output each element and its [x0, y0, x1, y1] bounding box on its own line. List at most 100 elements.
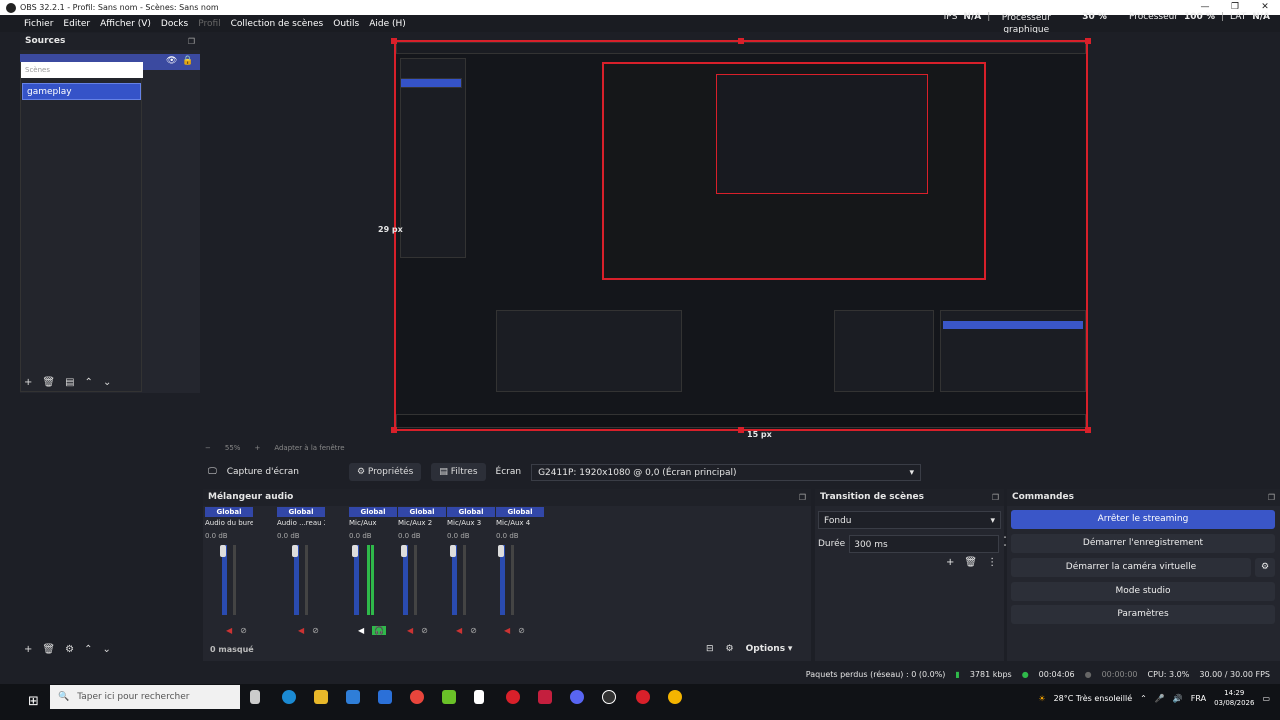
channel-name[interactable]: Audio du bureau: [205, 519, 253, 527]
advanced-audio-icon[interactable]: ⚙: [726, 644, 734, 654]
start-virtual-camera-button[interactable]: Démarrer la caméra virtuelle: [1011, 558, 1251, 577]
virtual-camera-gear-icon[interactable]: ⚙: [1255, 558, 1275, 577]
menu-fichier[interactable]: Fichier: [24, 19, 53, 29]
menu-afficher[interactable]: Afficher (V): [100, 19, 151, 29]
monitor-off-icon[interactable]: ⊘: [470, 626, 477, 635]
preview-canvas[interactable]: [394, 40, 1088, 431]
volume-icon[interactable]: 🔊: [1173, 694, 1183, 703]
level-meter: [511, 545, 514, 615]
add-scene-icon[interactable]: +: [24, 644, 32, 655]
scenes-filter-input[interactable]: Scènes: [21, 62, 143, 78]
language-indicator[interactable]: FRA: [1191, 694, 1206, 703]
more-options-icon[interactable]: ⋮: [987, 557, 997, 568]
lock-icon[interactable]: 🔒: [182, 56, 193, 66]
windows-start-icon[interactable]: ⊞: [28, 694, 39, 709]
undock-icon[interactable]: ❐: [992, 489, 999, 506]
layout-toggle-icon[interactable]: ⊟: [706, 644, 714, 654]
filters-button[interactable]: ▤ Filtres: [431, 463, 486, 481]
mail-icon[interactable]: [378, 690, 392, 704]
scene-settings-gear-icon[interactable]: ⚙: [65, 644, 74, 655]
chrome-icon[interactable]: [668, 690, 682, 704]
remove-source-icon[interactable]: 🗑: [42, 377, 55, 388]
monitor-off-icon[interactable]: ⊘: [421, 626, 428, 635]
volume-fader[interactable]: [352, 545, 358, 557]
headphones-icon[interactable]: 🎧: [372, 626, 387, 635]
notepad-icon[interactable]: [474, 690, 484, 704]
chrome-icon[interactable]: [410, 690, 424, 704]
zoom-out-icon[interactable]: −: [205, 444, 211, 452]
remove-transition-icon[interactable]: 🗑: [964, 557, 977, 568]
add-source-icon[interactable]: +: [24, 377, 32, 388]
options-menu[interactable]: Options ▾: [746, 644, 793, 654]
settings-button[interactable]: Paramètres: [1011, 605, 1275, 624]
taskbar-search[interactable]: 🔍 Taper ici pour rechercher: [50, 685, 240, 709]
clock[interactable]: 14:29 03/08/2026: [1214, 688, 1254, 708]
app-icon[interactable]: [636, 690, 650, 704]
discord-icon[interactable]: [570, 690, 584, 704]
source-properties-icon[interactable]: ▤: [65, 377, 74, 388]
channel-name[interactable]: Mic/Aux: [349, 519, 397, 527]
monitor-off-icon[interactable]: ⊘: [312, 626, 319, 635]
resize-handle[interactable]: [1085, 38, 1091, 44]
edge-icon[interactable]: [282, 690, 296, 704]
add-transition-icon[interactable]: +: [946, 557, 954, 568]
nvidia-icon[interactable]: [442, 690, 456, 704]
mute-icon[interactable]: ◀: [298, 626, 304, 635]
speaker-icon[interactable]: ◀: [358, 626, 364, 635]
volume-fader[interactable]: [401, 545, 407, 557]
transition-select[interactable]: Fondu ▾: [818, 511, 1001, 529]
remove-scene-icon[interactable]: 🗑: [42, 644, 55, 655]
channel-name[interactable]: Mic/Aux 2: [398, 519, 446, 527]
menu-collection[interactable]: Collection de scènes: [231, 19, 324, 29]
tray-chevron-icon[interactable]: ⌃: [1140, 694, 1147, 703]
fit-window-label[interactable]: Adapter à la fenêtre: [274, 444, 344, 452]
visibility-eye-icon[interactable]: 👁: [166, 56, 177, 66]
menu-docks[interactable]: Docks: [161, 19, 188, 29]
move-up-icon[interactable]: ⌃: [85, 377, 93, 388]
zoom-in-icon[interactable]: +: [254, 444, 260, 452]
weather-text[interactable]: 28°C Très ensoleillé: [1054, 694, 1133, 703]
monitor-off-icon[interactable]: ⊘: [518, 626, 525, 635]
resize-handle[interactable]: [738, 38, 744, 44]
start-recording-button[interactable]: Démarrer l'enregistrement: [1011, 534, 1275, 553]
stop-streaming-button[interactable]: Arrêter le streaming: [1011, 510, 1275, 529]
menu-profil[interactable]: Profil: [198, 19, 220, 29]
volume-fader[interactable]: [292, 545, 298, 557]
mute-icon[interactable]: ◀: [226, 626, 232, 635]
scene-item-gameplay[interactable]: gameplay: [22, 83, 141, 100]
scene-up-icon[interactable]: ⌃: [84, 644, 92, 655]
move-down-icon[interactable]: ⌄: [103, 377, 111, 388]
volume-fader[interactable]: [498, 545, 504, 557]
volume-fader[interactable]: [450, 545, 456, 557]
app-icon[interactable]: [538, 690, 552, 704]
volume-fader[interactable]: [220, 545, 226, 557]
undock-icon[interactable]: ❐: [799, 489, 806, 506]
screen-select[interactable]: G2411P: 1920x1080 @ 0,0 (Écran principal…: [531, 463, 922, 481]
channel-name[interactable]: Audio ...reau 2: [277, 519, 325, 527]
menu-aide[interactable]: Aide (H): [369, 19, 406, 29]
channel-name[interactable]: Mic/Aux 4: [496, 519, 544, 527]
mute-icon[interactable]: ◀: [504, 626, 510, 635]
store-icon[interactable]: [346, 690, 360, 704]
resize-handle[interactable]: [391, 38, 397, 44]
duration-input[interactable]: 300 ms: [849, 535, 1000, 553]
task-view-icon[interactable]: [250, 690, 260, 704]
app-icon[interactable]: [506, 690, 520, 704]
resize-handle[interactable]: [738, 427, 744, 433]
file-explorer-icon[interactable]: [314, 690, 328, 704]
channel-name[interactable]: Mic/Aux 3: [447, 519, 495, 527]
mute-icon[interactable]: ◀: [407, 626, 413, 635]
studio-mode-button[interactable]: Mode studio: [1011, 582, 1275, 601]
monitor-off-icon[interactable]: ⊘: [240, 626, 247, 635]
scene-down-icon[interactable]: ⌄: [102, 644, 110, 655]
resize-handle[interactable]: [391, 427, 397, 433]
menu-outils[interactable]: Outils: [333, 19, 359, 29]
undock-icon[interactable]: ❐: [188, 33, 195, 50]
notifications-icon[interactable]: ▭: [1262, 694, 1270, 703]
properties-button[interactable]: ⚙ Propriétés: [348, 463, 422, 481]
resize-handle[interactable]: [1085, 427, 1091, 433]
obs-taskbar-icon[interactable]: [602, 690, 616, 704]
menu-editer[interactable]: Editer: [63, 19, 90, 29]
mute-icon[interactable]: ◀: [456, 626, 462, 635]
undock-icon[interactable]: ❐: [1268, 489, 1275, 506]
